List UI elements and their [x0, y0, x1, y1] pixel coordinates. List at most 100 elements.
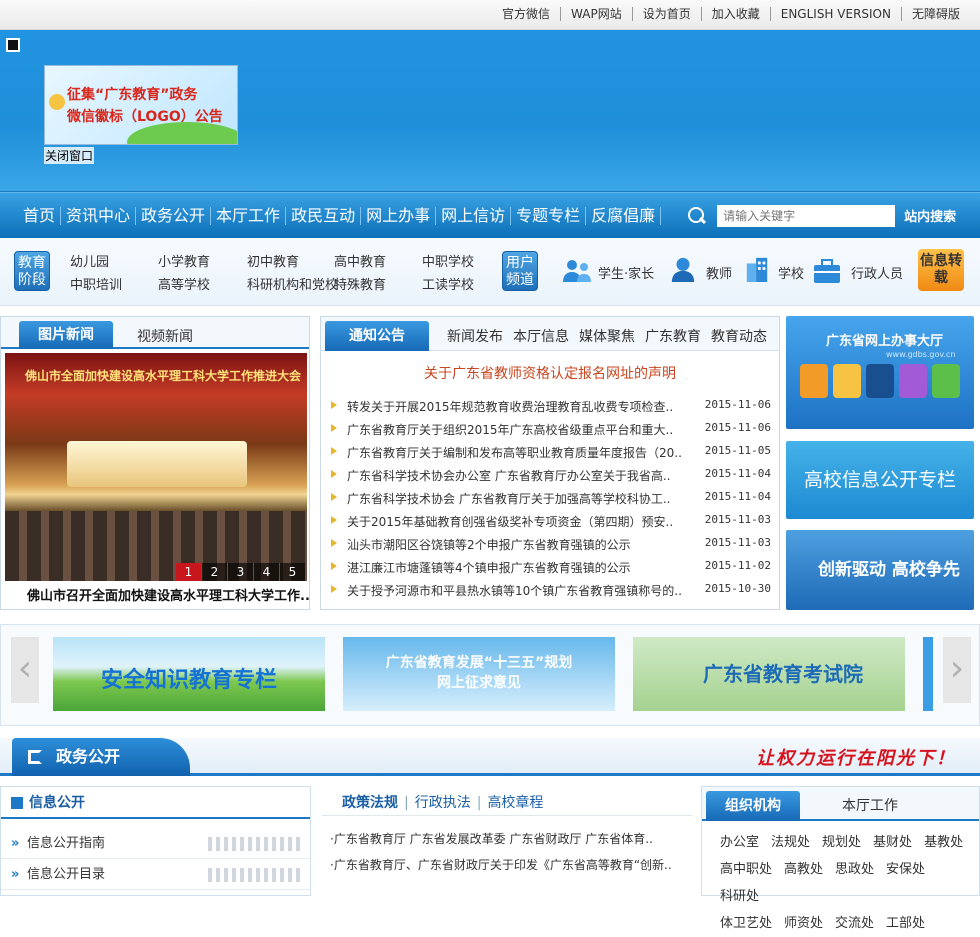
innovation-banner[interactable]: 创新驱动 高校争先 — [786, 530, 974, 610]
tab-organization[interactable]: 组织机构 — [706, 791, 800, 821]
nav-gov-affairs[interactable]: 政务公开 — [136, 206, 212, 225]
notice-item[interactable]: 关于授予河源市和平县热水镇等10个镇广东省教育强镇称号的.. 2015-10-30 — [331, 582, 771, 599]
tab-policy-regulations[interactable]: 政策法规 — [342, 795, 398, 811]
close-window-link[interactable]: 关闭窗口 — [44, 147, 95, 164]
tab-dept-info[interactable]: 本厅信息 — [513, 326, 569, 346]
org-item[interactable]: 高中职处 — [720, 862, 772, 877]
notice-item[interactable]: 湛江廉江市塘蓬镇等4个镇申报广东省教育强镇的公示 2015-11-02 — [331, 559, 771, 576]
notice-item[interactable]: 广东省教育厅关于编制和发布高等职业教育质量年度报告（20.. 2015-11-05 — [331, 444, 771, 461]
info-reprint-button[interactable]: 信息转载 — [918, 249, 964, 291]
search-input[interactable] — [717, 204, 896, 227]
user-link-student-parent[interactable]: 学生·家长 — [598, 263, 654, 282]
info-row-catalog[interactable]: » 信息公开目录 — [1, 860, 310, 890]
info-row-guide[interactable]: » 信息公开指南 — [1, 829, 310, 859]
nav-news-center[interactable]: 资讯中心 — [61, 206, 137, 225]
nav-dept-work[interactable]: 本厅工作 — [211, 206, 287, 225]
edu-link-research[interactable]: 科研机构和党校 — [247, 274, 338, 293]
window-control-icon[interactable] — [6, 38, 20, 52]
nav-special-topics[interactable]: 专题专栏 — [511, 206, 587, 225]
org-item[interactable]: 基财处 — [873, 835, 912, 850]
nav-online-service[interactable]: 网上办事 — [361, 206, 437, 225]
gov-affairs-title[interactable]: 政务公开 — [12, 738, 190, 776]
notice-item[interactable]: 广东省科学技术协会 广东省教育厅关于加强高等学校科协工.. 2015-11-04 — [331, 490, 771, 507]
org-item[interactable]: 法规处 — [771, 835, 810, 850]
user-link-admin[interactable]: 行政人员 — [851, 263, 903, 282]
tab-notices[interactable]: 通知公告 — [325, 321, 429, 351]
tab-picture-news[interactable]: 图片新闻 — [19, 321, 113, 349]
org-item[interactable]: 交流处 — [835, 916, 874, 931]
nav-anti-corruption[interactable]: 反腐倡廉 — [586, 206, 662, 225]
org-item[interactable]: 师资处 — [784, 916, 823, 931]
edu-link-vocational-training[interactable]: 中职培训 — [70, 274, 122, 293]
tab-separator: | — [404, 795, 409, 811]
tab-college-charter[interactable]: 高校章程 — [487, 795, 543, 811]
notice-item[interactable]: 汕头市潮阳区谷饶镇等2个申报广东省教育强镇的公示 2015-11-03 — [331, 536, 771, 553]
banner-safety-education[interactable]: 安全知识教育专栏 — [53, 637, 325, 711]
floating-ad[interactable]: 征集“广东教育”政务 微信徽标（LOGO）公告 — [44, 65, 238, 145]
online-service-hall-banner[interactable]: 广东省网上办事大厅 www.gdbs.gov.cn — [786, 316, 974, 429]
edu-link-junior[interactable]: 初中教育 — [247, 251, 299, 270]
headline-link[interactable]: 关于广东省教师资格认定报名网址的声明 — [321, 363, 779, 383]
carousel-prev-button[interactable]: ‹ — [11, 637, 39, 703]
tab-dept-work-2[interactable]: 本厅工作 — [842, 795, 898, 815]
edu-link-kindergarten[interactable]: 幼儿园 — [70, 251, 109, 270]
org-item[interactable]: 安保处 — [886, 862, 925, 877]
pager-1[interactable]: 1 — [175, 563, 201, 581]
tab-edu-news[interactable]: 教育动态 — [711, 326, 767, 346]
top-link-favorite[interactable]: 加入收藏 — [700, 7, 770, 21]
pager-3[interactable]: 3 — [227, 563, 253, 581]
org-item[interactable]: 体卫艺处 — [720, 916, 772, 931]
notice-item[interactable]: 广东省科学技术协会办公室 广东省教育厅办公室关于我省高.. 2015-11-04 — [331, 467, 771, 484]
banner-13th-plan[interactable]: 广东省教育发展“十三五”规划 网上征求意见 — [343, 637, 615, 711]
tab-video-news[interactable]: 视频新闻 — [137, 326, 193, 346]
org-item[interactable]: 科研处 — [720, 889, 759, 904]
notice-title: 关于授予河源市和平县热水镇等10个镇广东省教育强镇称号的.. — [347, 584, 682, 598]
nav-interaction[interactable]: 政民互动 — [286, 206, 362, 225]
top-link-english[interactable]: ENGLISH VERSION — [769, 7, 901, 21]
org-item[interactable]: 规划处 — [822, 835, 861, 850]
top-link-wap[interactable]: WAP网站 — [560, 7, 632, 21]
tab-law-enforcement[interactable]: 行政执法 — [415, 795, 471, 811]
edu-link-senior[interactable]: 高中教育 — [334, 251, 386, 270]
top-link-homepage[interactable]: 设为首页 — [631, 7, 701, 21]
carousel-next-button[interactable]: › — [943, 637, 971, 703]
org-item[interactable]: 高教处 — [784, 862, 823, 877]
edu-link-reform-school[interactable]: 工读学校 — [422, 274, 474, 293]
notice-panel: 通知公告 新闻发布 本厅信息 媒体聚焦 广东教育 教育动态 关于广东省教师资格认… — [320, 316, 780, 610]
search-button[interactable]: 站内搜索 — [904, 206, 956, 225]
org-item[interactable]: 工部处 — [886, 916, 925, 931]
slide-caption[interactable]: 佛山市召开全面加快建设高水平理工科大学工作.. — [27, 585, 310, 604]
search-icon[interactable] — [687, 206, 707, 226]
user-link-school[interactable]: 学校 — [778, 263, 804, 282]
notice-item[interactable]: 广东省教育厅关于组织2015年广东高校省级重点平台和重大.. 2015-11-06 — [331, 421, 771, 438]
college-info-banner[interactable]: 高校信息公开专栏 — [786, 441, 974, 519]
teacher-icon — [671, 257, 695, 282]
pager-4[interactable]: 4 — [253, 563, 279, 581]
news-slide-image[interactable]: 佛山市全面加快建设高水平理工科大学工作推进大会 — [5, 353, 307, 581]
edu-link-vocational-school[interactable]: 中职学校 — [422, 251, 474, 270]
notice-item[interactable]: 关于2015年基础教育创强省级奖补专项资金（第四期）预安.. 2015-11-03 — [331, 513, 771, 530]
arrow-icon — [331, 585, 337, 593]
top-link-wechat[interactable]: 官方微信 — [492, 7, 560, 21]
policy-row[interactable]: ·广东省教育厅、广东省财政厅关于印发《广东省高等教育“创新.. — [322, 852, 692, 878]
notice-item[interactable]: 转发关于开展2015年规范教育收费治理教育乱收费专项检查.. 2015-11-06 — [331, 398, 771, 415]
policy-row[interactable]: ·广东省教育厅 广东省发展改革委 广东省财政厅 广东省体育.. — [322, 826, 692, 852]
org-item[interactable]: 思政处 — [835, 862, 874, 877]
banner-exam-institute[interactable]: 广东省教育考试院 — [633, 637, 905, 711]
edu-link-special[interactable]: 特殊教育 — [334, 274, 386, 293]
nav-home[interactable]: 首页 — [18, 206, 62, 225]
user-link-teacher[interactable]: 教师 — [706, 263, 732, 282]
edu-link-primary[interactable]: 小学教育 — [158, 251, 210, 270]
tab-gd-education[interactable]: 广东教育 — [645, 326, 701, 346]
tab-media-focus[interactable]: 媒体聚焦 — [579, 326, 635, 346]
org-item[interactable]: 办公室 — [720, 835, 759, 850]
nav-online-petition[interactable]: 网上信访 — [436, 206, 512, 225]
org-item[interactable]: 基教处 — [924, 835, 963, 850]
pager-2[interactable]: 2 — [201, 563, 227, 581]
edu-link-higher[interactable]: 高等学校 — [158, 274, 210, 293]
banner-partial[interactable] — [923, 637, 933, 711]
tab-press-release[interactable]: 新闻发布 — [447, 326, 503, 346]
top-link-accessible[interactable]: 无障碍版 — [900, 7, 970, 21]
pager-5[interactable]: 5 — [279, 563, 305, 581]
